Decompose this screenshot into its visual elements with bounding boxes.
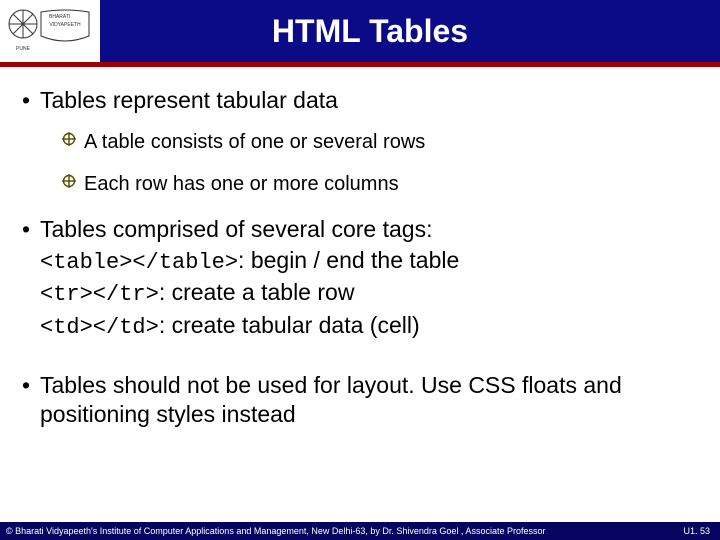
bullet-intro: Tables comprised of several core tags: <box>40 216 432 242</box>
bullet-text: Each row has one or more columns <box>84 171 698 197</box>
bullet-level1: • Tables should not be used for layout. … <box>22 371 698 429</box>
slide-content: • Tables represent tabular data A table … <box>0 62 720 429</box>
footer-copyright: © Bharati Vidyapeeth's Institute of Comp… <box>6 526 683 536</box>
bullet-dot-icon: • <box>22 86 40 115</box>
code-desc: : begin / end the table <box>238 247 459 273</box>
slide-title: HTML Tables <box>100 13 720 50</box>
bullet-level1: • Tables represent tabular data <box>22 86 698 115</box>
bullet-text: Tables should not be used for layout. Us… <box>40 371 698 429</box>
logo-emblem-icon: VIDYAPEETH PUNE BHARATI <box>5 6 95 56</box>
bullet-dot-icon: • <box>22 215 40 341</box>
code-desc: : create tabular data (cell) <box>159 312 420 338</box>
code-tag: <tr></tr> <box>40 282 159 307</box>
bullet-level2: A table consists of one or several rows <box>62 129 698 155</box>
bullet-level1: • Tables comprised of several core tags:… <box>22 215 698 341</box>
institution-logo: VIDYAPEETH PUNE BHARATI <box>0 0 100 62</box>
bullet-text: A table consists of one or several rows <box>84 129 698 155</box>
footer-page-number: U1. 53 <box>683 526 714 536</box>
svg-text:PUNE: PUNE <box>16 46 31 52</box>
crosshair-bullet-icon <box>62 129 84 146</box>
code-desc: : create a table row <box>159 279 355 305</box>
bullet-level2: Each row has one or more columns <box>62 171 698 197</box>
slide-footer: © Bharati Vidyapeeth's Institute of Comp… <box>0 522 720 540</box>
sub-bullet-group: A table consists of one or several rows … <box>62 129 698 197</box>
bullet-text: Tables represent tabular data <box>40 86 698 115</box>
svg-text:BHARATI: BHARATI <box>49 14 70 20</box>
code-tag: <table></table> <box>40 250 238 275</box>
code-tag: <td></td> <box>40 315 159 340</box>
title-bar: VIDYAPEETH PUNE BHARATI HTML Tables <box>0 0 720 62</box>
svg-text:VIDYAPEETH: VIDYAPEETH <box>49 22 81 28</box>
bullet-dot-icon: • <box>22 371 40 429</box>
bullet-text: Tables comprised of several core tags: <… <box>40 215 698 341</box>
title-underline <box>0 62 720 67</box>
crosshair-bullet-icon <box>62 171 84 188</box>
